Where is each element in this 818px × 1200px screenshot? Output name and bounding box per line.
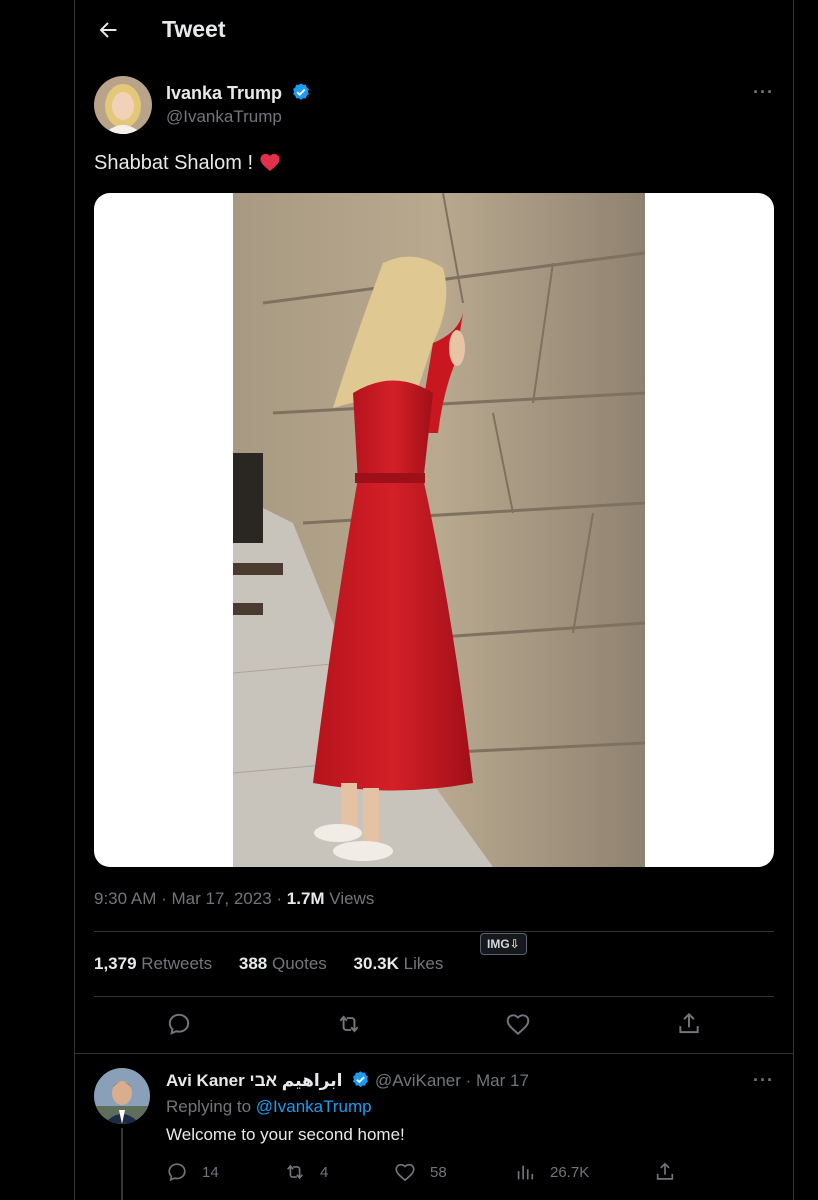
img-download-badge[interactable]: IMG⇩: [480, 933, 527, 955]
retweets-stat[interactable]: 1,379 Retweets: [94, 954, 212, 973]
author-handle[interactable]: @IvankaTrump: [166, 107, 282, 127]
quotes-count: 388: [238, 954, 268, 973]
tweet-photo[interactable]: [233, 193, 645, 867]
reply-more-options-button[interactable]: ···: [753, 1070, 774, 1091]
page-title: Tweet: [162, 16, 226, 42]
reply-header: Avi Kaner ابراهيم אבי @AviKaner · Mar 17: [166, 1070, 529, 1094]
verified-badge-icon: [351, 1070, 370, 1094]
reply-views-button[interactable]: 26.7K: [514, 1161, 589, 1183]
author-avatar[interactable]: [94, 76, 152, 134]
likes-label: Likes: [398, 954, 444, 973]
quotes-stat[interactable]: 388 Quotes: [239, 954, 327, 973]
replying-to: Replying to @IvankaTrump: [166, 1097, 372, 1117]
tweet-stats: 1,379 Retweets 388 Quotes 30.3K Likes: [94, 954, 465, 974]
reply-icon: [168, 1163, 186, 1182]
share-icon: [656, 1162, 674, 1180]
retweets-count: 1,379: [94, 954, 137, 973]
likes-stat[interactable]: 30.3K Likes: [354, 954, 444, 973]
share-button[interactable]: [676, 1011, 702, 1037]
tweet-text-body: Shabbat Shalom !: [94, 152, 259, 174]
reply-date[interactable]: · Mar 17: [461, 1071, 529, 1090]
reply-author-handle[interactable]: @AviKaner: [375, 1071, 461, 1090]
likes-count: 30.3K: [353, 954, 399, 973]
heart-emoji-icon: [259, 152, 281, 178]
tweet-timestamp[interactable]: 9:30 AM · Mar 17, 2023 ·: [94, 889, 287, 908]
verified-badge-icon: [291, 82, 311, 107]
reply-icon: [168, 1013, 190, 1035]
arrow-left-icon: [99, 22, 117, 38]
tweet-text: Shabbat Shalom !: [94, 152, 281, 178]
reply-retweet-count: 4: [320, 1163, 329, 1181]
retweet-button[interactable]: [336, 1011, 362, 1037]
reply-reply-count: 14: [202, 1163, 219, 1181]
retweet-icon: [287, 1164, 303, 1180]
heart-icon: [506, 1014, 530, 1036]
author-name-row[interactable]: Ivanka Trump: [166, 82, 311, 107]
more-options-button[interactable]: ···: [753, 82, 774, 103]
divider: [94, 931, 774, 932]
reply-author-avatar[interactable]: [94, 1068, 150, 1124]
tweet-media[interactable]: [94, 193, 774, 867]
reply-like-count: 58: [430, 1163, 447, 1181]
author-name[interactable]: Ivanka Trump: [166, 83, 282, 103]
tweet-meta: 9:30 AM · Mar 17, 2023 · 1.7M Views: [94, 889, 374, 909]
retweets-label: Retweets: [136, 954, 213, 973]
reply-text: Welcome to your second home!: [166, 1125, 405, 1144]
views-chart-icon: [517, 1165, 534, 1180]
reply-retweet-button[interactable]: 4: [284, 1161, 328, 1183]
heart-icon: [395, 1163, 415, 1182]
quotes-label: Quotes: [267, 954, 327, 973]
divider: [74, 1053, 794, 1054]
like-button[interactable]: [505, 1011, 531, 1037]
reply-like-button[interactable]: 58: [394, 1161, 447, 1183]
reply-author-name[interactable]: Avi Kaner ابراهيم אבי: [166, 1071, 342, 1090]
reply-share-button[interactable]: [654, 1161, 676, 1183]
reply-reply-button[interactable]: 14: [166, 1161, 219, 1183]
back-button[interactable]: [96, 18, 120, 42]
share-icon: [679, 1012, 699, 1034]
retweet-icon: [339, 1015, 359, 1033]
replying-to-prefix: Replying to: [166, 1097, 256, 1116]
reply-views-count: 26.7K: [550, 1163, 590, 1181]
divider: [94, 996, 774, 997]
views-label: Views: [324, 889, 375, 908]
views-count: 1.7M: [286, 889, 325, 908]
reply-button[interactable]: [166, 1011, 192, 1037]
thread-line: [121, 1128, 123, 1200]
replying-to-handle-link[interactable]: @IvankaTrump: [256, 1097, 372, 1116]
